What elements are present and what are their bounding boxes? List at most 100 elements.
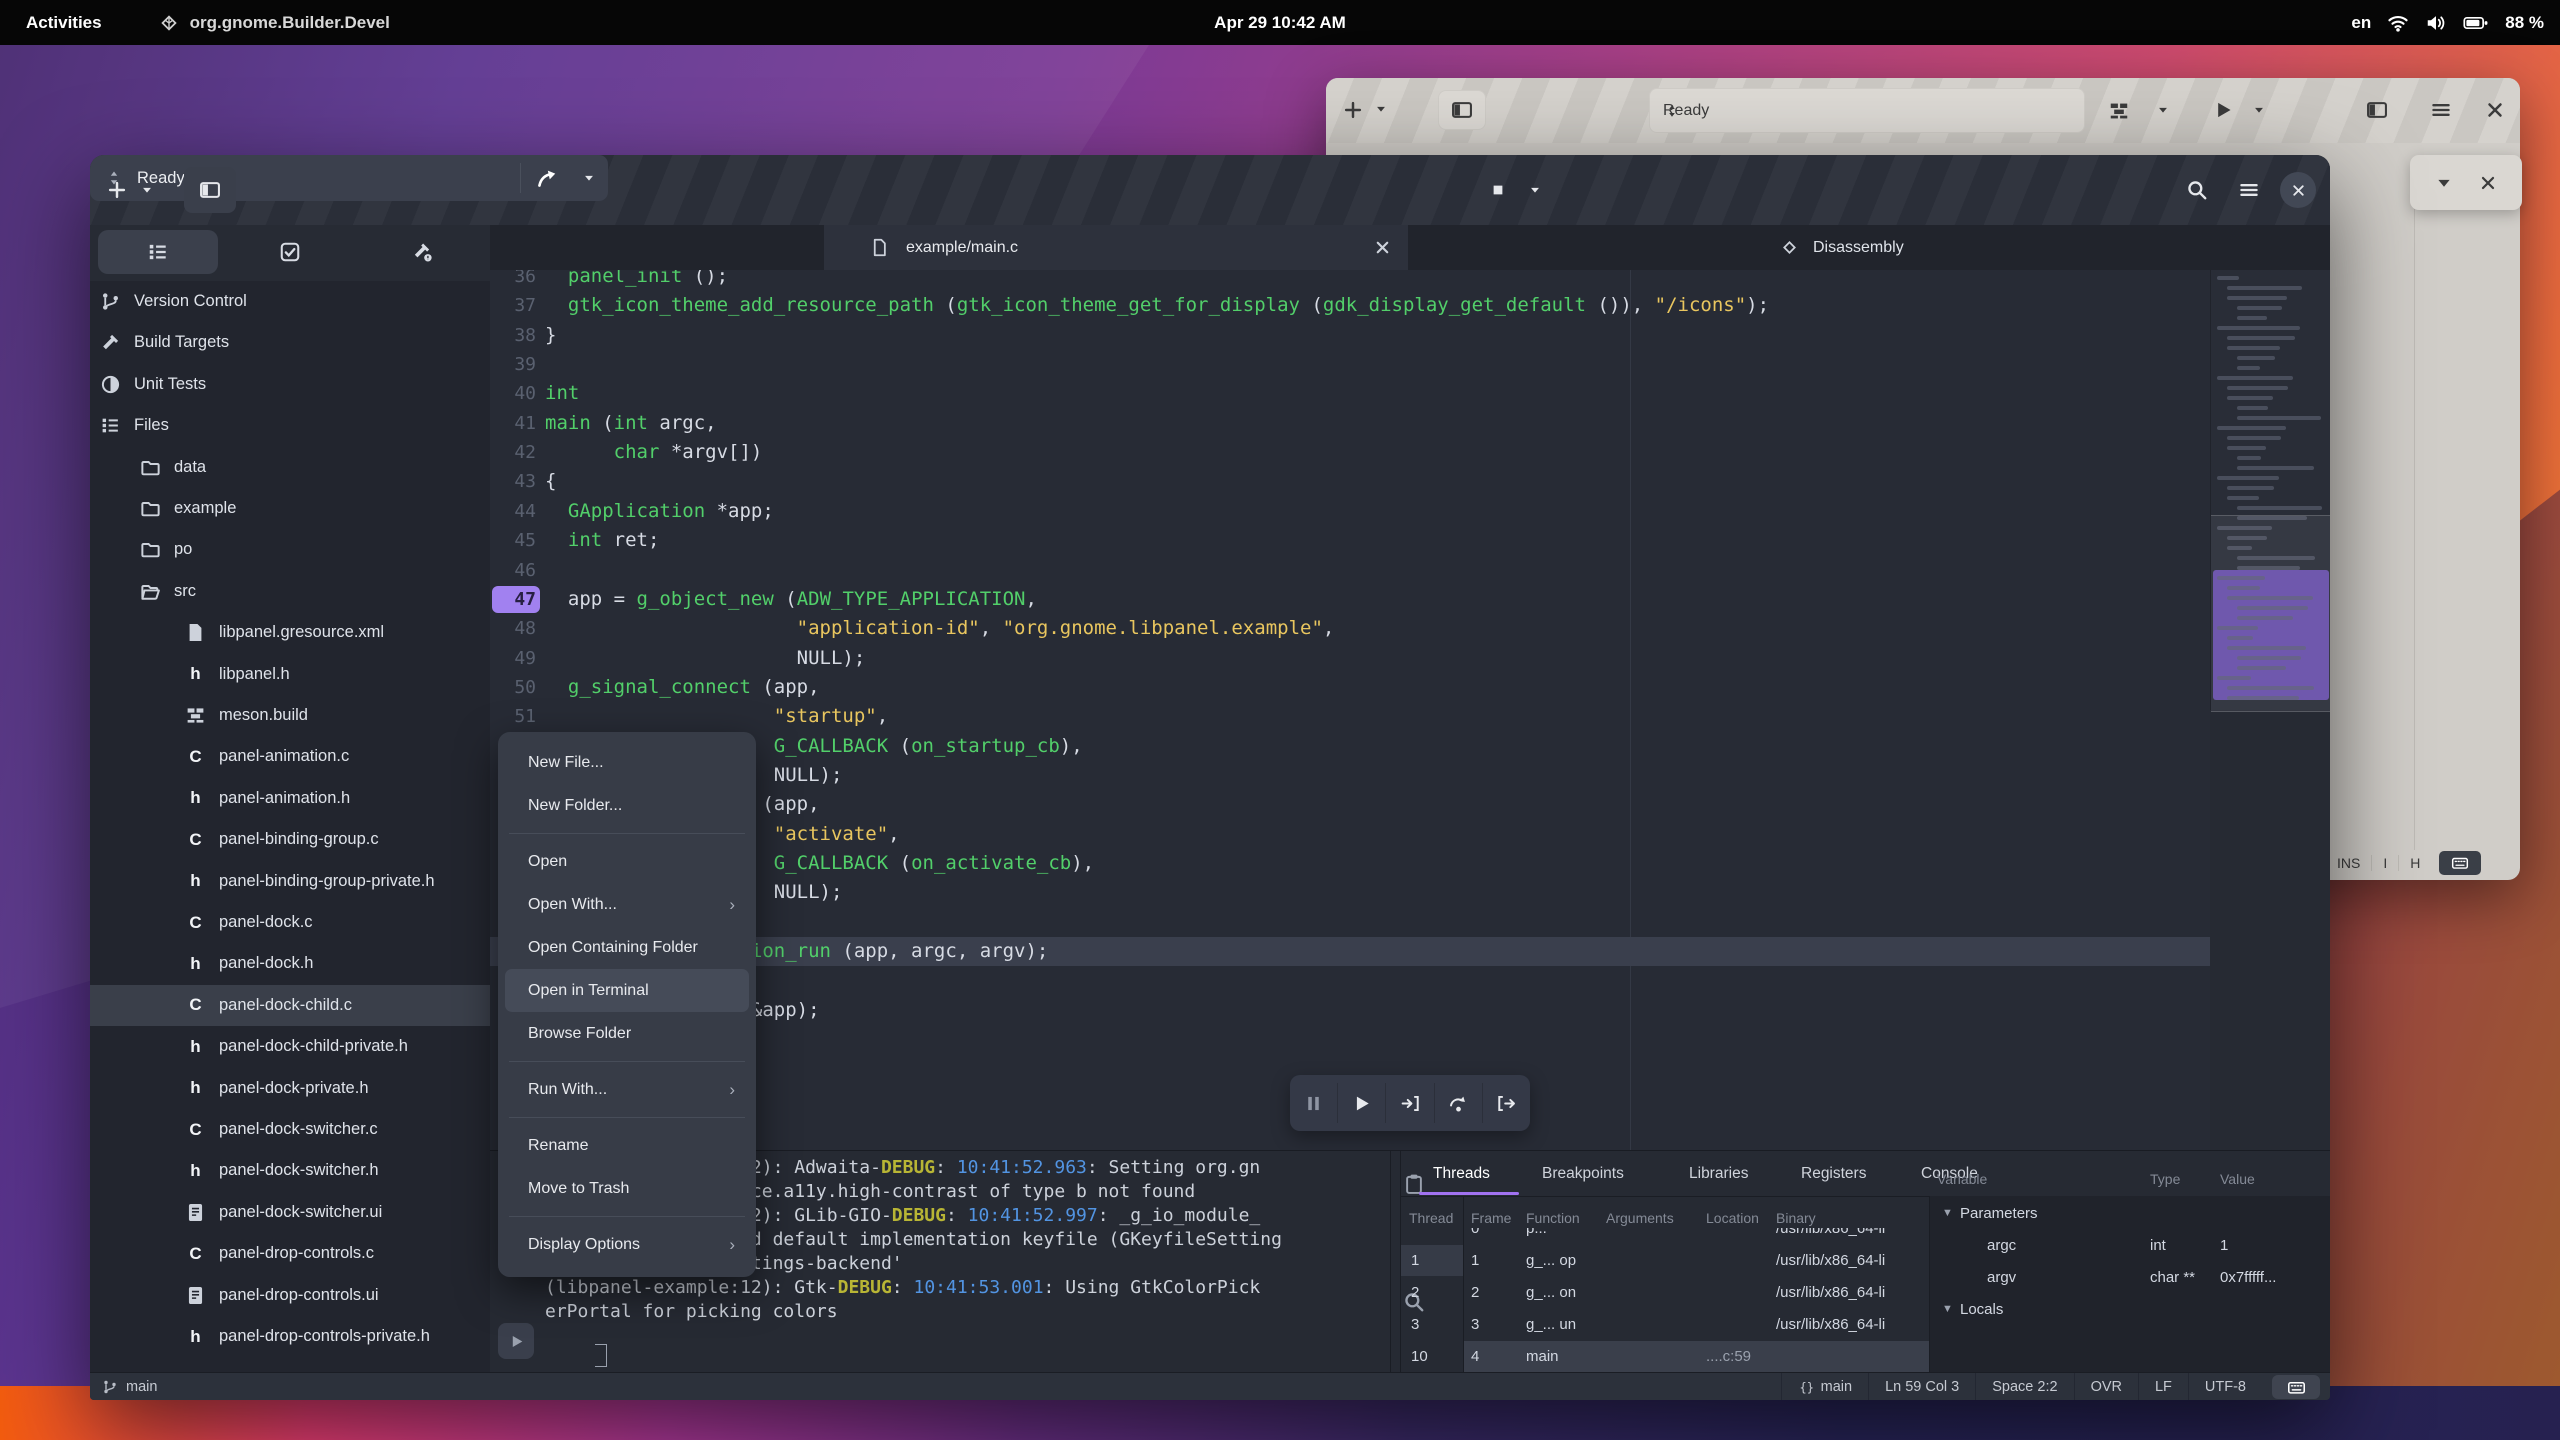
variables-panel[interactable]: VariableTypeValue▼Parametersargcint1argv… [1929,1196,2330,1373]
tab-breakpoints[interactable]: Breakpoints [1542,1151,1624,1196]
stop-icon[interactable] [1488,180,1508,200]
tree-item[interactable]: data [90,447,491,488]
tree-item[interactable]: hpanel-binding-group-private.h [90,861,491,902]
menu-item-rename[interactable]: Rename [505,1124,749,1167]
build-icon[interactable] [2108,100,2130,122]
chevron-down-icon[interactable] [2434,173,2454,193]
step-over-button[interactable] [1434,1083,1482,1123]
status-item-ln-59-col-3[interactable]: Ln 59 Col 3 [1868,1373,1975,1400]
status-item-main[interactable]: {}main [1781,1373,1868,1400]
tree-item[interactable]: hpanel-animation.h [90,778,491,819]
variable-row[interactable]: ▼Parameters [1930,1198,2330,1229]
variable-row[interactable]: argvchar **0x7fffff... [1930,1262,2330,1293]
tree-item[interactable]: po [90,529,491,570]
tree-item[interactable]: libpanel.gresource.xml [90,612,491,653]
tree-item[interactable]: meson.build [90,695,491,736]
chevron-down-icon[interactable] [140,183,154,197]
status-item-space-2-2[interactable]: Space 2:2 [1975,1373,2073,1400]
thread-row[interactable]: 2 [1401,1277,1463,1308]
tree-item[interactable]: example [90,488,491,529]
thread-row[interactable]: 10 [1401,1341,1463,1372]
minimap-viewport[interactable] [2211,515,2330,712]
minimap[interactable] [2210,270,2330,710]
chevron-down-icon[interactable] [1374,102,1388,116]
panel-right-toggle-icon[interactable] [2366,99,2388,121]
chevron-down-icon[interactable] [582,171,596,185]
console-run-button[interactable] [498,1323,534,1359]
tree-item[interactable]: panel-dock-switcher.ui [90,1192,491,1233]
clock[interactable]: Apr 29 10:42 AM [0,13,2560,33]
close-button[interactable] [2280,172,2316,208]
tree-item[interactable]: hpanel-dock-child-private.h [90,1026,491,1067]
tree-item[interactable]: Unit Tests [90,364,491,405]
status-item-utf-8[interactable]: UTF-8 [2188,1373,2262,1400]
run-icon[interactable] [2212,99,2234,121]
pause-button[interactable] [1290,1083,1337,1123]
tab-libraries[interactable]: Libraries [1689,1151,1748,1196]
tree-item[interactable]: hpanel-dock-switcher.h [90,1150,491,1191]
builder-window[interactable]: Ready Version ControlBuild TargetsUnit T… [90,155,2330,1400]
panel-toggle-button[interactable] [1438,90,1486,130]
close-icon[interactable] [2484,99,2506,121]
menu-item-open-containing-folder[interactable]: Open Containing Folder [505,926,749,969]
frame-row[interactable]: 4main....c:59 [1463,1341,1929,1372]
tree-item[interactable]: panel-drop-controls.ui [90,1275,491,1316]
tree-item[interactable]: Cpanel-binding-group.c [90,819,491,860]
continue-button[interactable] [1337,1083,1385,1123]
menu-item-open-with[interactable]: Open With...› [505,883,749,926]
tab-build-issues[interactable] [362,230,482,274]
frame-row[interactable]: 2g_... on/usr/lib/x86_64-li [1463,1277,1929,1308]
tab-project-tree[interactable] [98,230,218,274]
omnibar[interactable]: Ready [1649,88,2085,133]
omnibar[interactable]: Ready [90,155,608,201]
keyboard-shortcuts-button[interactable] [2439,851,2481,875]
status-item-ovr[interactable]: OVR [2074,1373,2138,1400]
status-item-lf[interactable]: LF [2138,1373,2188,1400]
frame-row[interactable]: 3g_... un/usr/lib/x86_64-li [1463,1309,1929,1340]
panel-toggle-button[interactable] [184,167,236,213]
tree-item[interactable]: Files [90,405,491,446]
menu-item-browse-folder[interactable]: Browse Folder [505,1012,749,1055]
system-status-area[interactable]: en 88 % [2351,12,2544,34]
menu-item-new-folder[interactable]: New Folder... [505,784,749,827]
tab-threads[interactable]: Threads [1433,1151,1490,1196]
menu-icon[interactable] [2430,99,2452,121]
tree-item[interactable]: hpanel-dock-private.h [90,1068,491,1109]
menu-item-new-file[interactable]: New File... [505,741,749,784]
frame-row[interactable]: 1g_... op/usr/lib/x86_64-li [1463,1245,1929,1276]
tree-item[interactable]: hpanel-drop-controls-private.h [90,1316,491,1357]
new-tab-icon[interactable] [106,179,128,201]
variable-row[interactable]: argcint1 [1930,1230,2330,1261]
variable-row[interactable]: ▼Locals [1930,1294,2330,1325]
tab-disassembly[interactable]: Disassembly [1780,225,2000,270]
tree-item[interactable]: Cpanel-animation.c [90,736,491,777]
tab-todo[interactable] [230,230,350,274]
tree-item[interactable]: Cpanel-dock-switcher.c [90,1109,491,1150]
menu-item-open-in-terminal[interactable]: Open in Terminal [505,969,749,1012]
tree-item[interactable]: Cpanel-dock-child.c [90,985,491,1026]
menu-item-run-with[interactable]: Run With...› [505,1068,749,1111]
chevron-down-icon[interactable] [2252,103,2266,117]
chevron-down-icon[interactable] [2156,103,2170,117]
tree-item[interactable]: Version Control [90,281,491,322]
step-into-button[interactable] [1385,1083,1433,1123]
menu-item-display-options[interactable]: Display Options› [505,1223,749,1266]
menu-icon[interactable] [2238,179,2260,201]
tab-example-main-c[interactable]: example/main.c [824,225,1408,270]
insert-mode-indicator[interactable]: INS [2326,855,2371,871]
project-tree[interactable]: Version ControlBuild TargetsUnit TestsFi… [90,281,491,1372]
thread-row[interactable]: 1 [1401,1245,1463,1276]
tree-item[interactable]: Build Targets [90,322,491,363]
keyboard-shortcuts-button[interactable] [2272,1375,2320,1399]
run-icon[interactable] [536,167,558,189]
tab-registers[interactable]: Registers [1801,1151,1866,1196]
indent-indicator[interactable]: I [2371,855,2398,871]
highlight-indicator[interactable]: H [2398,855,2431,871]
frame-row[interactable]: 0p.../usr/lib/x86_64-li [1463,1228,1929,1244]
tree-item[interactable]: hpanel-dock.h [90,943,491,984]
step-out-button[interactable] [1482,1083,1530,1123]
chevron-down-icon[interactable] [1528,183,1542,197]
menu-item-open[interactable]: Open [505,840,749,883]
tree-item[interactable]: hlibpanel.h [90,654,491,695]
close-icon[interactable] [2478,173,2498,193]
